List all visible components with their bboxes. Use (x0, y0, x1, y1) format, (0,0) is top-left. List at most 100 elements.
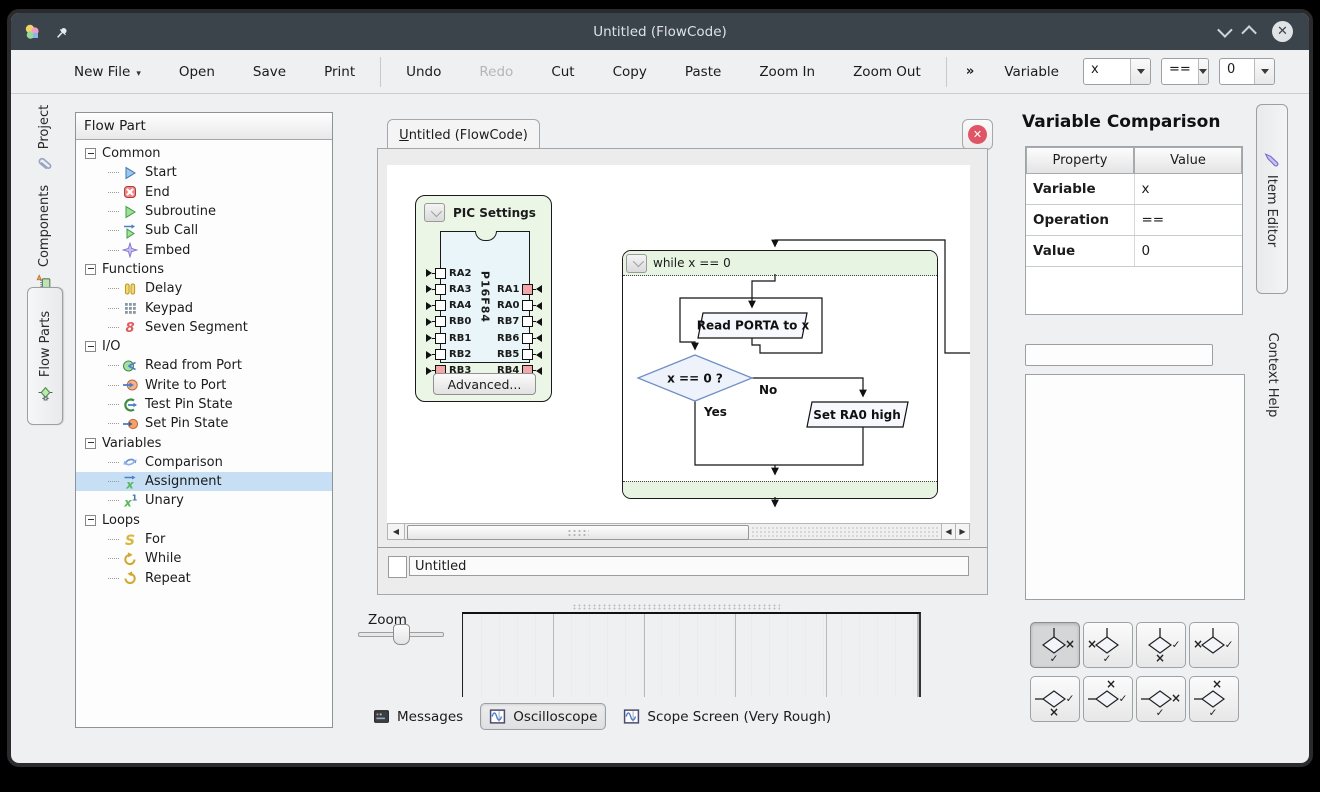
right-tab-context-help[interactable]: Context Help (1258, 300, 1290, 450)
scope-splitter-handle[interactable] (572, 604, 780, 610)
tree-item-read-from-port[interactable]: Read from Port (76, 356, 332, 375)
value-combo[interactable]: 0 (1219, 58, 1275, 85)
value-cell[interactable]: x (1134, 174, 1243, 204)
pin-box[interactable] (435, 316, 446, 327)
sidebar-tab-components[interactable]: Components (27, 182, 63, 294)
orientation-button-3[interactable]: ×✓ (1136, 622, 1186, 668)
combo-dropdown-button[interactable] (1130, 59, 1150, 84)
tree-group-loops[interactable]: Loops (76, 511, 332, 530)
copy-button[interactable]: Copy (594, 64, 666, 80)
tree-item-embed[interactable]: Embed (76, 240, 332, 259)
variable-combo[interactable]: x (1083, 58, 1151, 85)
pin-box[interactable] (435, 284, 446, 295)
tree-item-comparison[interactable]: Comparison (76, 453, 332, 472)
value-cell[interactable]: == (1134, 205, 1243, 235)
orientation-button-1[interactable]: ×✓ (1030, 622, 1080, 668)
tree-item-start[interactable]: Start (76, 163, 332, 182)
table-header-property[interactable]: Property (1026, 147, 1134, 174)
scrollbar-thumb[interactable] (407, 525, 749, 540)
sidebar-tab-flow-parts[interactable]: Flow Parts (27, 289, 63, 425)
tree-group-i-o[interactable]: I/O (76, 337, 332, 356)
canvas-h-scrollbar[interactable]: ◀ ◀ ▶ (387, 523, 970, 540)
tree-item-while[interactable]: While (76, 549, 332, 568)
undo-button[interactable]: Undo (387, 64, 460, 80)
orientation-button-7[interactable]: ×✓ (1136, 676, 1186, 722)
zoom-out-button[interactable]: Zoom Out (834, 64, 940, 80)
orientation-button-2[interactable]: ×✓ (1083, 622, 1133, 668)
flowchart-name-field[interactable]: Untitled (409, 556, 969, 576)
orientation-button-6[interactable]: ×✓ (1083, 676, 1133, 722)
while-collapse-button[interactable] (626, 254, 647, 273)
close-window-icon[interactable]: ✕ (1272, 21, 1293, 42)
tree-item-sub-call[interactable]: Sub Call (76, 221, 332, 240)
flowchart-name-checkbox[interactable] (388, 556, 407, 578)
zoom-slider-thumb[interactable] (393, 624, 410, 645)
pin-box[interactable] (435, 333, 446, 344)
orientation-button-8[interactable]: ×✓ (1189, 676, 1239, 722)
pin-box[interactable] (435, 300, 446, 311)
tree-group-common[interactable]: Common (76, 144, 332, 163)
tree-item-assignment[interactable]: xAssignment (76, 472, 332, 491)
pic-settings-panel[interactable]: PIC Settings P16F84 RA2RA3RA4RB0RB1RB2RB… (415, 195, 552, 402)
operation-combo[interactable]: == (1161, 58, 1209, 85)
maximize-icon[interactable] (1241, 25, 1257, 41)
while-loop-block[interactable]: while x == 0 (622, 250, 938, 499)
comparison-list-box[interactable] (1025, 374, 1245, 600)
bottom-tab-messages[interactable]: Messages (365, 704, 471, 729)
print-button[interactable]: Print (305, 64, 374, 80)
comparison-text-input[interactable] (1025, 344, 1213, 366)
orientation-button-5[interactable]: ×✓ (1030, 676, 1080, 722)
scroll-track[interactable] (751, 526, 939, 537)
flowchart-canvas[interactable]: PIC Settings P16F84 RA2RA3RA4RB0RB1RB2RB… (387, 165, 970, 523)
pin-box[interactable] (435, 349, 446, 360)
tree-item-delay[interactable]: Delay (76, 279, 332, 298)
combo-dropdown-button[interactable] (1198, 59, 1208, 84)
value-cell[interactable]: 0 (1134, 236, 1243, 266)
expander-minus-icon[interactable] (85, 148, 96, 159)
right-tab-item-editor[interactable]: Item Editor (1258, 104, 1290, 292)
expander-minus-icon[interactable] (85, 341, 96, 352)
tree-item-seven-segment[interactable]: 8Seven Segment (76, 318, 332, 337)
expander-minus-icon[interactable] (85, 264, 96, 275)
cut-button[interactable]: Cut (532, 64, 593, 80)
expander-minus-icon[interactable] (85, 438, 96, 449)
pin-box[interactable] (522, 284, 533, 295)
tree-item-subroutine[interactable]: Subroutine (76, 202, 332, 221)
tree-item-test-pin-state[interactable]: Test Pin State (76, 395, 332, 414)
tree-item-set-pin-state[interactable]: Set Pin State (76, 414, 332, 433)
tree-item-repeat[interactable]: Repeat (76, 569, 332, 588)
scroll-left-icon[interactable]: ◀ (388, 524, 405, 539)
toolbar-overflow-chevron[interactable]: » (966, 64, 974, 79)
scroll-right-icon[interactable]: ▶ (955, 524, 969, 539)
pin-box[interactable] (522, 333, 533, 344)
pin-box[interactable] (435, 268, 446, 279)
pin-box[interactable] (522, 300, 533, 311)
combo-dropdown-button[interactable] (1254, 59, 1274, 84)
sidebar-tab-project[interactable]: Project (27, 100, 63, 178)
scroll-left2-icon[interactable]: ◀ (941, 524, 955, 539)
pic-collapse-button[interactable] (424, 203, 445, 222)
new-file-button[interactable]: New File▾ (55, 64, 160, 80)
expander-minus-icon[interactable] (85, 515, 96, 526)
tree-group-variables[interactable]: Variables (76, 433, 332, 452)
tree-item-unary[interactable]: x1Unary (76, 491, 332, 510)
orientation-button-4[interactable]: ×✓ (1189, 622, 1239, 668)
pin-box[interactable] (522, 316, 533, 327)
table-header-value[interactable]: Value (1134, 147, 1242, 174)
tree-item-end[interactable]: End (76, 183, 332, 202)
tree-item-write-to-port[interactable]: Write to Port (76, 376, 332, 395)
zoom-in-button[interactable]: Zoom In (740, 64, 834, 80)
document-close-button[interactable]: ✕ (962, 119, 993, 150)
tree-item-for[interactable]: SFor (76, 530, 332, 549)
bottom-tab-scope-screen-very-rough-[interactable]: Scope Screen (Very Rough) (615, 704, 839, 729)
pin-box[interactable] (522, 349, 533, 360)
save-button[interactable]: Save (234, 64, 305, 80)
paste-button[interactable]: Paste (666, 64, 740, 80)
bottom-tab-oscilloscope[interactable]: Oscilloscope (480, 703, 606, 730)
minimize-icon[interactable] (1217, 22, 1233, 38)
advanced-button[interactable]: Advanced... (433, 373, 536, 395)
tree-item-keypad[interactable]: Keypad (76, 298, 332, 317)
open-button[interactable]: Open (160, 64, 234, 80)
document-tab[interactable]: Untitled (FlowCode) (387, 119, 540, 150)
redo-button[interactable]: Redo (460, 64, 532, 80)
